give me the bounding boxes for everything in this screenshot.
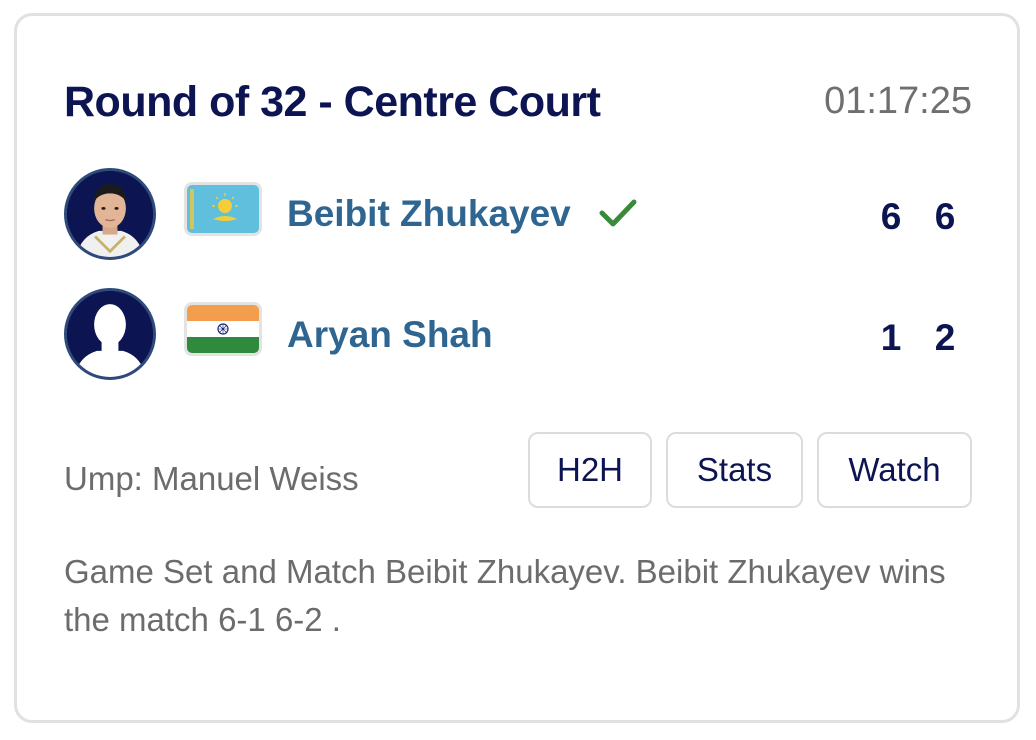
kazakhstan-flag-icon [184, 182, 262, 236]
winner-check-icon [599, 199, 637, 227]
stats-button[interactable]: Stats [666, 432, 803, 508]
h2h-button[interactable]: H2H [528, 432, 652, 508]
match-summary: Game Set and Match Beibit Zhukayev. Beib… [64, 553, 946, 638]
india-flag-icon [184, 302, 262, 356]
player-1-set-1-score: 6 [880, 196, 902, 237]
player-2-name[interactable]: Aryan Shah [287, 314, 493, 356]
player-1-avatar[interactable] [64, 168, 156, 260]
match-duration: 01:17:25 [824, 80, 972, 122]
player-photo-icon [67, 171, 153, 257]
match-title: Round of 32 - Centre Court [64, 78, 601, 126]
umpire-label: Ump: Manuel Weiss [64, 460, 359, 497]
player-2-set-2-score: 2 [934, 317, 956, 358]
watch-button[interactable]: Watch [817, 432, 972, 508]
placeholder-silhouette-icon [67, 291, 153, 377]
player-1-name[interactable]: Beibit Zhukayev [287, 193, 571, 235]
player-1-set-2-score: 6 [934, 196, 956, 237]
player-2-avatar[interactable] [64, 288, 156, 380]
player-2-set-1-score: 1 [880, 317, 902, 358]
